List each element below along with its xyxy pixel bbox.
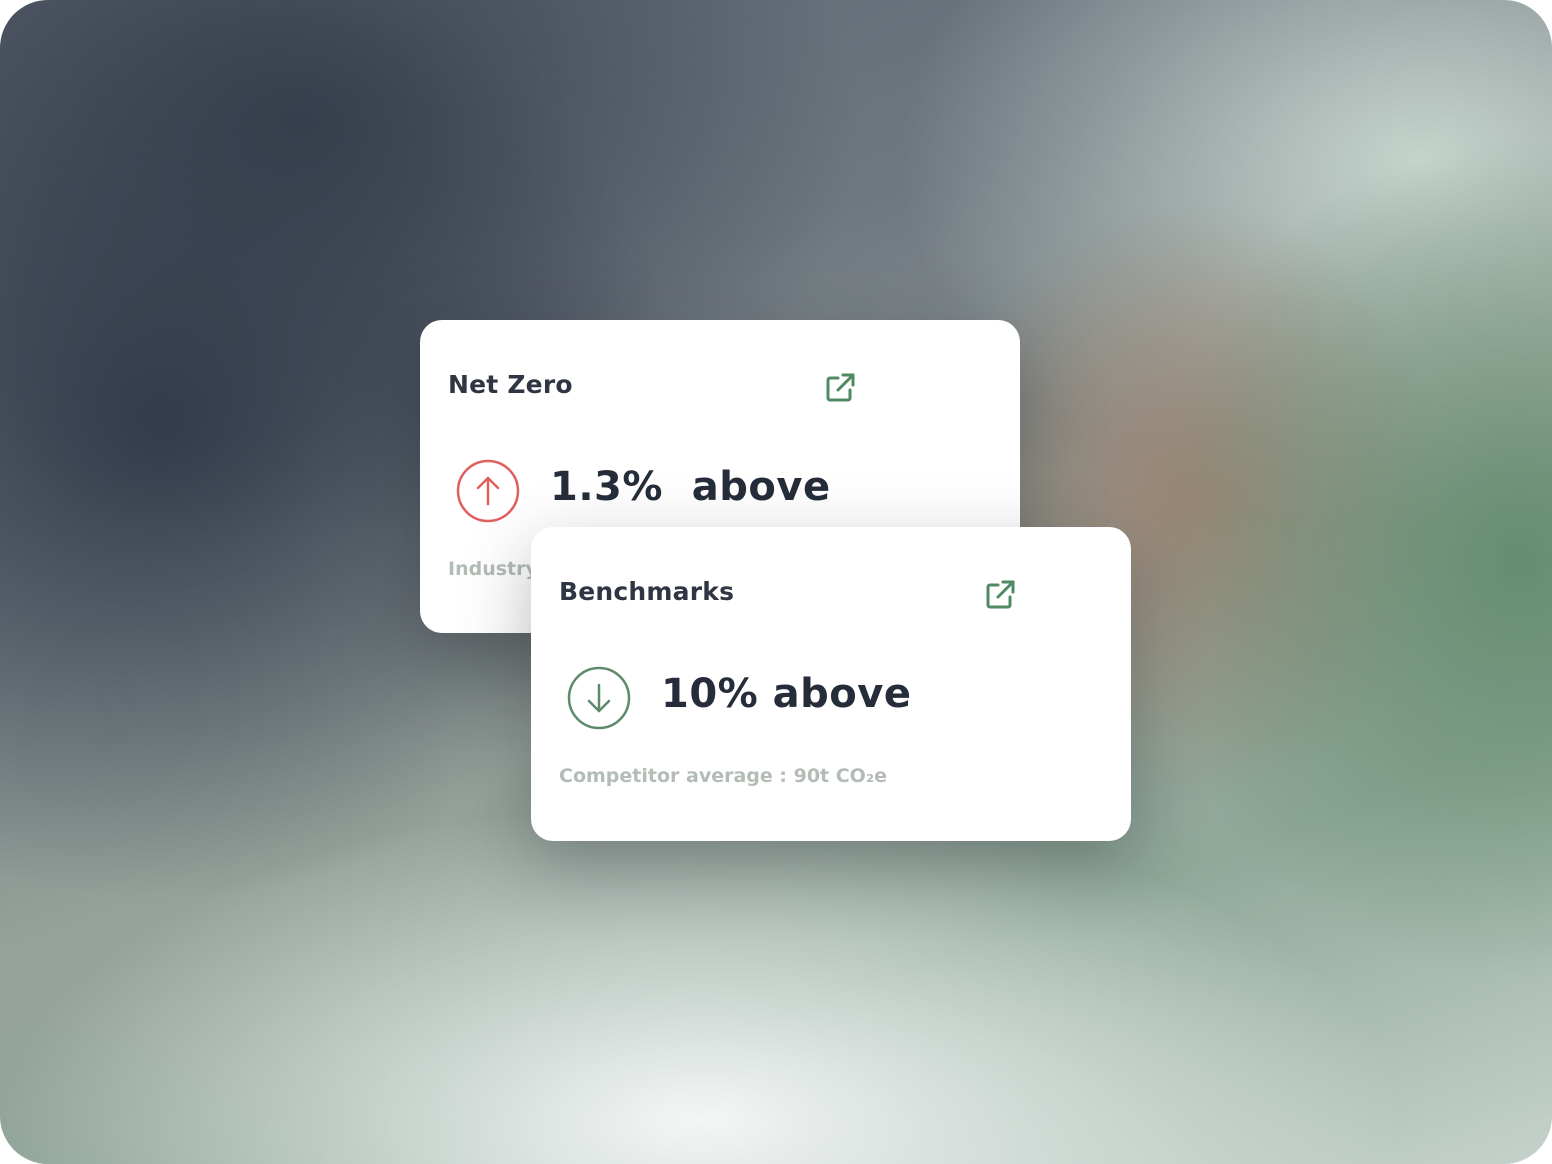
benchmarks-external-link[interactable] (982, 577, 1018, 613)
benchmarks-value: 10% above (661, 671, 912, 717)
background-frame: Net Zero 1.3% above Industry Benchmarks (0, 0, 1552, 1164)
benchmarks-title: Benchmarks (559, 577, 735, 606)
arrow-up-circle-icon (456, 459, 520, 523)
external-link-icon (986, 580, 1015, 609)
net-zero-caption: Industry (448, 558, 538, 580)
benchmarks-card: Benchmarks 10% above Competitor average … (531, 527, 1131, 841)
external-link-icon (826, 373, 855, 402)
net-zero-value: 1.3% above (550, 464, 831, 510)
net-zero-title: Net Zero (448, 370, 573, 399)
net-zero-external-link[interactable] (822, 370, 858, 406)
arrow-down-circle-icon (567, 666, 631, 730)
benchmarks-caption: Competitor average : 90t CO₂e (559, 765, 888, 787)
